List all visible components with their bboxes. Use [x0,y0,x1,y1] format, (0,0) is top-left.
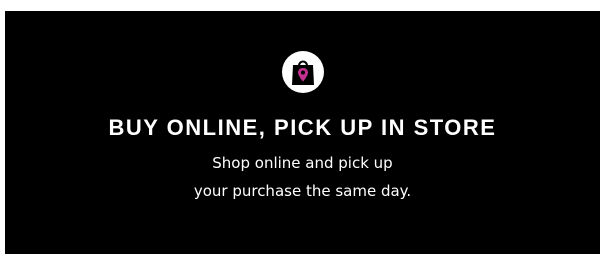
bopis-banner: BUY ONLINE, PICK UP IN STORE Shop online… [5,11,600,254]
banner-subtext-line-1: Shop online and pick up [212,154,393,172]
shopping-bag-location-pin-icon [291,60,314,85]
shopping-bag-icon-badge [281,51,324,93]
banner-subtext-line-2: your purchase the same day. [193,182,412,200]
banner-heading: BUY ONLINE, PICK UP IN STORE [108,115,497,140]
banner-subtext: Shop online and pick up your purchase th… [194,149,411,205]
